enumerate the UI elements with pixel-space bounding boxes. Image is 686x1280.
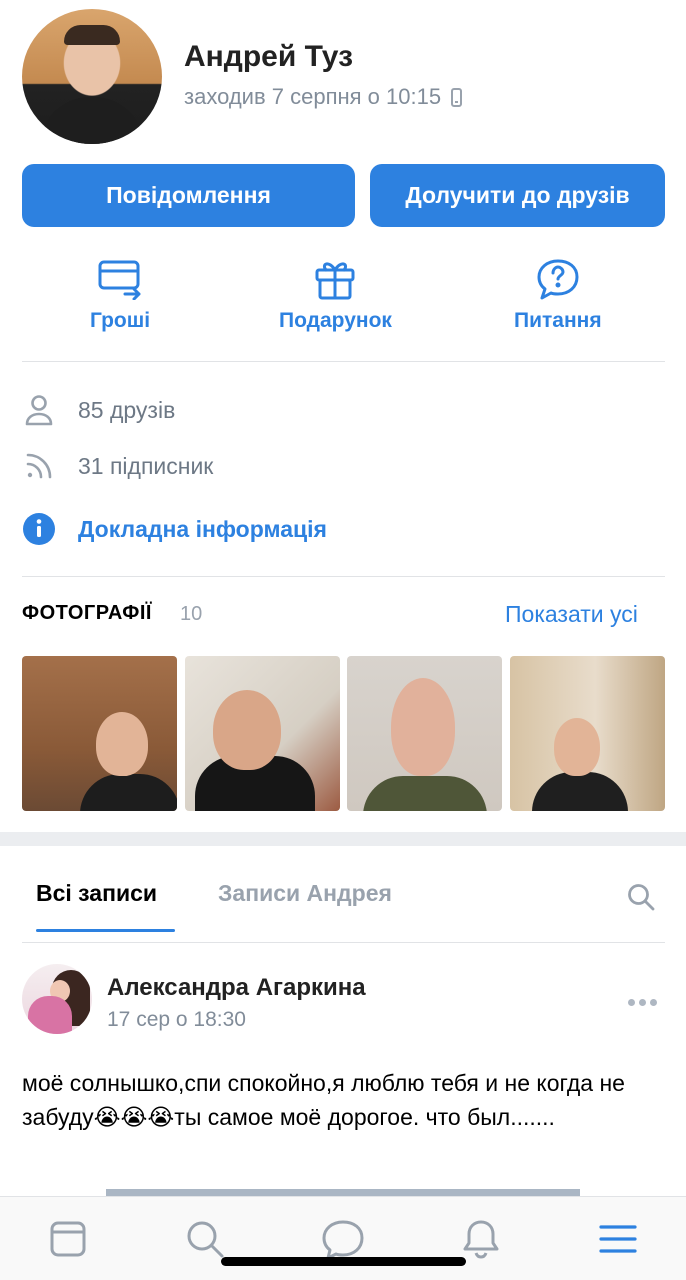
- friends-row[interactable]: 85 друзів: [22, 393, 175, 427]
- info-icon: [22, 512, 56, 546]
- followers-row[interactable]: 31 підписник: [22, 449, 213, 483]
- home-indicator: [221, 1257, 466, 1266]
- friends-count: 85 друзів: [78, 396, 176, 423]
- person-icon: [22, 393, 56, 427]
- profile-name: Андрей Туз: [184, 40, 353, 73]
- tab-all-posts[interactable]: Всі записи: [36, 880, 157, 907]
- post-text: моё солнышко,спи спокойно,я люблю тебя и…: [22, 1070, 625, 1130]
- photos-show-all-link[interactable]: Показати усі: [505, 601, 638, 628]
- followers-count: 31 підписник: [78, 452, 214, 479]
- photos-title: ФОТОГРАФІЇ: [22, 602, 152, 624]
- gift-action[interactable]: Подарунок: [279, 258, 392, 333]
- photo-thumbnail[interactable]: [22, 656, 177, 811]
- message-button[interactable]: Повідомлення: [22, 164, 355, 227]
- profile-avatar[interactable]: [22, 9, 162, 144]
- last-seen-status: заходив 7 серпня о 10:15: [184, 84, 463, 110]
- money-action[interactable]: Гроші: [90, 258, 150, 333]
- gift-icon: [315, 262, 355, 300]
- bottom-tab-bar: [0, 1196, 686, 1280]
- profile-header: Андрей Туз заходив 7 серпня о 10:15: [0, 0, 686, 150]
- divider: [22, 942, 665, 943]
- add-friend-button[interactable]: Долучити до друзів: [370, 164, 665, 227]
- post-timestamp: 17 сер о 18:30: [107, 1008, 246, 1031]
- post-author-avatar[interactable]: [22, 964, 92, 1034]
- search-icon[interactable]: [183, 1217, 227, 1261]
- photos-count: 10: [180, 603, 203, 625]
- question-icon: [537, 259, 579, 300]
- details-link: Докладна інформація: [78, 515, 327, 542]
- photo-thumbnail[interactable]: [510, 656, 665, 811]
- search-icon[interactable]: [626, 882, 656, 912]
- post-more-icon[interactable]: [628, 999, 660, 1007]
- rss-icon: [22, 449, 56, 483]
- tab-author-posts[interactable]: Записи Андрея: [218, 880, 392, 907]
- newsfeed-icon[interactable]: [46, 1217, 90, 1261]
- money-action-label: Гроші: [90, 309, 151, 332]
- photo-thumbnail[interactable]: [347, 656, 502, 811]
- messages-icon[interactable]: [321, 1217, 365, 1261]
- last-seen-text: заходив 7 серпня о 10:15: [184, 84, 442, 109]
- mobile-phone-icon: [451, 87, 463, 107]
- post-author-name[interactable]: Александра Агаркина: [107, 974, 366, 1002]
- photo-thumbnail[interactable]: [185, 656, 340, 811]
- question-action[interactable]: Питання: [514, 258, 602, 333]
- section-separator: [0, 832, 686, 846]
- divider: [22, 576, 665, 577]
- question-action-label: Питання: [514, 309, 602, 332]
- divider: [22, 361, 665, 362]
- details-row[interactable]: Докладна інформація: [22, 512, 327, 546]
- menu-icon[interactable]: [596, 1217, 640, 1261]
- profile-actions: Гроші Подарунок Питання: [0, 258, 686, 338]
- money-transfer-icon: [98, 260, 141, 300]
- notifications-icon[interactable]: [459, 1217, 503, 1261]
- gift-action-label: Подарунок: [279, 309, 392, 332]
- active-tab-indicator: [36, 929, 175, 932]
